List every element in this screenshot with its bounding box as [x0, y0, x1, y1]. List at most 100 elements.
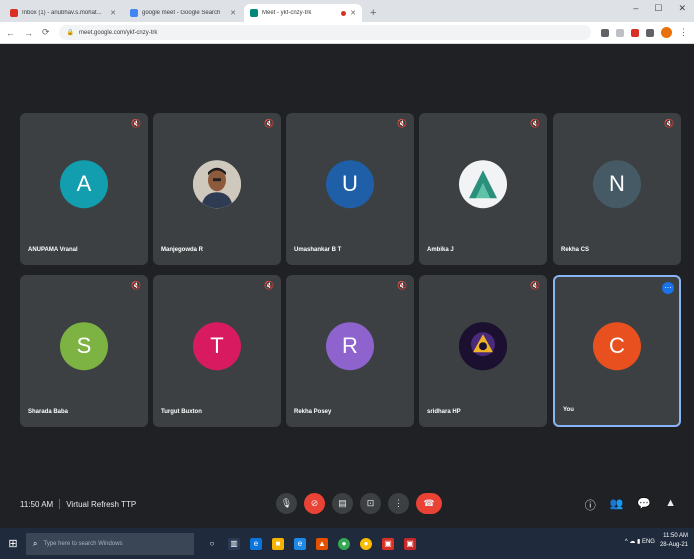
windows-taskbar: ⊞ ⌕ Type here to search Windows ○ ▥ e ■ …: [0, 528, 694, 559]
pdf-reader-icon[interactable]: ▣: [404, 537, 416, 550]
mic-off-icon: 🔇: [131, 281, 141, 290]
avatar: R: [326, 322, 374, 371]
google-favicon-icon: [130, 9, 138, 17]
meeting-title[interactable]: Virtual Refresh TTP: [66, 500, 136, 509]
file-explorer-icon[interactable]: ▥: [228, 537, 240, 550]
participant-tile[interactable]: 🔇 A ANUPAMA Vranal: [20, 113, 148, 265]
edge-icon[interactable]: e: [250, 537, 262, 550]
close-icon[interactable]: ✕: [230, 9, 236, 17]
participant-name: Umashankar B T: [294, 247, 342, 253]
search-placeholder: Type here to search Windows: [43, 540, 123, 547]
tray-icons[interactable]: ^ ☁ ▮ ENG: [625, 538, 655, 545]
vlc-icon[interactable]: ▲: [316, 537, 328, 550]
mic-off-icon: 🔇: [530, 119, 540, 128]
people-icon[interactable]: 👥: [610, 497, 624, 513]
mic-off-icon: 🔇: [264, 119, 274, 128]
window-controls: – ☐ ✕: [633, 3, 686, 14]
emblem-logo-icon: [459, 322, 507, 371]
info-icon[interactable]: ⓘ: [585, 497, 596, 513]
url-input[interactable]: 🔒 meet.google.com/ykf-cnzy-trk: [58, 25, 591, 40]
participant-name: ANUPAMA Vranal: [28, 247, 78, 253]
avatar: C: [593, 322, 641, 371]
mic-off-icon: 🔇: [397, 281, 407, 290]
windows-start-icon[interactable]: ⊞: [0, 537, 26, 550]
maximize-button[interactable]: ☐: [654, 3, 662, 14]
more-options-icon[interactable]: ⋯: [662, 282, 674, 294]
back-arrow-icon[interactable]: ←: [6, 28, 15, 38]
star-icon[interactable]: [616, 28, 624, 37]
puzzle-icon[interactable]: [646, 28, 654, 37]
folder-icon[interactable]: ■: [272, 537, 284, 550]
participant-tile[interactable]: 🔇 R Rekha Posey: [286, 275, 414, 427]
mic-off-icon: 🔇: [664, 119, 674, 128]
browser-tab-meet[interactable]: Meet - ykf-cnzy-trk ✕: [244, 4, 362, 22]
chrome-icon[interactable]: ●: [338, 537, 350, 550]
mic-off-icon: 🔇: [131, 119, 141, 128]
recording-dot-icon: [341, 10, 347, 16]
clock[interactable]: 11:50 AM 28-Aug-21: [660, 532, 688, 550]
mic-off-icon: 🔇: [264, 281, 274, 290]
side-panel-controls: ⓘ 👥 💬 ▲: [585, 497, 676, 513]
mic-off-icon: 🔇: [530, 281, 540, 290]
meet-favicon-icon: [250, 9, 258, 17]
participant-tile[interactable]: 🔇 Manjegowda R: [153, 113, 281, 265]
camera-permission-icon[interactable]: [601, 28, 609, 37]
internet-explorer-icon[interactable]: e: [294, 537, 306, 550]
meet-grid: 🔇 A ANUPAMA Vranal 🔇 Manjegowda R 🔇 U Um…: [0, 45, 694, 523]
participant-name: Manjegowda R: [161, 247, 204, 253]
activities-icon[interactable]: ▲: [665, 497, 676, 513]
close-window-button[interactable]: ✕: [678, 3, 686, 14]
more-options-button[interactable]: ⋮: [388, 493, 409, 514]
participant-tile[interactable]: 🔇 Ambika J: [419, 113, 547, 265]
new-tab-button[interactable]: +: [364, 7, 382, 22]
clock-date: 28-Aug-21: [659, 542, 688, 548]
avatar-logo: [459, 160, 507, 209]
browser-tab-search[interactable]: google meet - Google Search ✕: [124, 4, 242, 22]
mic-toggle-button[interactable]: 🎙: [276, 493, 297, 514]
participant-name: Rekha Posey: [294, 409, 332, 415]
extension-red-icon[interactable]: [631, 28, 639, 37]
browser-tab-gmail[interactable]: Inbox (1) - anubhav.s.mohat... ✕: [4, 4, 122, 22]
participant-tile[interactable]: 🔇 S Sharada Baba: [20, 275, 148, 427]
avatar: A: [60, 160, 108, 209]
avatar-logo: [459, 322, 507, 371]
profile-avatar[interactable]: [661, 27, 672, 38]
mic-off-icon: 🔇: [397, 119, 407, 128]
browser-tab-bar: Inbox (1) - anubhav.s.mohat... ✕ google …: [0, 0, 694, 22]
windows-search-input[interactable]: ⌕ Type here to search Windows: [26, 532, 194, 555]
avatar: S: [60, 322, 108, 371]
forward-arrow-icon[interactable]: →: [24, 28, 33, 38]
camera-toggle-button[interactable]: ⊘: [304, 493, 325, 514]
participant-name: sridhara HP: [427, 409, 461, 415]
participant-name: Ambika J: [427, 247, 454, 253]
extension-icons: ⋮: [601, 27, 688, 38]
self-tile[interactable]: ⋯ C You: [553, 275, 681, 427]
minimize-button[interactable]: –: [633, 3, 638, 14]
close-icon[interactable]: ✕: [350, 9, 356, 17]
lock-icon: 🔒: [66, 30, 75, 36]
meeting-time: 11:50 AM: [20, 499, 54, 509]
participant-name: Sharada Baba: [28, 409, 69, 415]
participant-tile[interactable]: 🔇 N Rekha CS: [553, 113, 681, 265]
clock-time: 11:50 AM: [663, 533, 688, 539]
url-text: meet.google.com/ykf-cnzy-trk: [79, 29, 158, 36]
end-call-button[interactable]: ☎: [416, 493, 442, 514]
powerpoint-icon[interactable]: ▣: [382, 537, 394, 550]
reload-icon[interactable]: ⟳: [42, 27, 50, 38]
present-button[interactable]: ⊡: [360, 493, 381, 514]
chrome-canary-icon[interactable]: ●: [360, 537, 372, 550]
participant-name: Rekha CS: [561, 247, 590, 253]
task-view-icon[interactable]: ○: [206, 538, 218, 550]
close-icon[interactable]: ✕: [110, 9, 116, 17]
browser-menu-icon[interactable]: ⋮: [679, 27, 688, 38]
avatar: T: [193, 322, 241, 371]
gmail-favicon-icon: [10, 9, 18, 17]
captions-button[interactable]: ▤: [332, 493, 353, 514]
chat-icon[interactable]: 💬: [637, 497, 651, 513]
tab-title: Inbox (1) - anubhav.s.mohat...: [22, 10, 102, 16]
participant-name: You: [563, 407, 574, 413]
participant-tile[interactable]: 🔇 T Turgut Buxton: [153, 275, 281, 427]
avatar-photo: [193, 160, 241, 209]
participant-tile[interactable]: 🔇 U Umashankar B T: [286, 113, 414, 265]
participant-tile[interactable]: 🔇 sridhara HP: [419, 275, 547, 427]
